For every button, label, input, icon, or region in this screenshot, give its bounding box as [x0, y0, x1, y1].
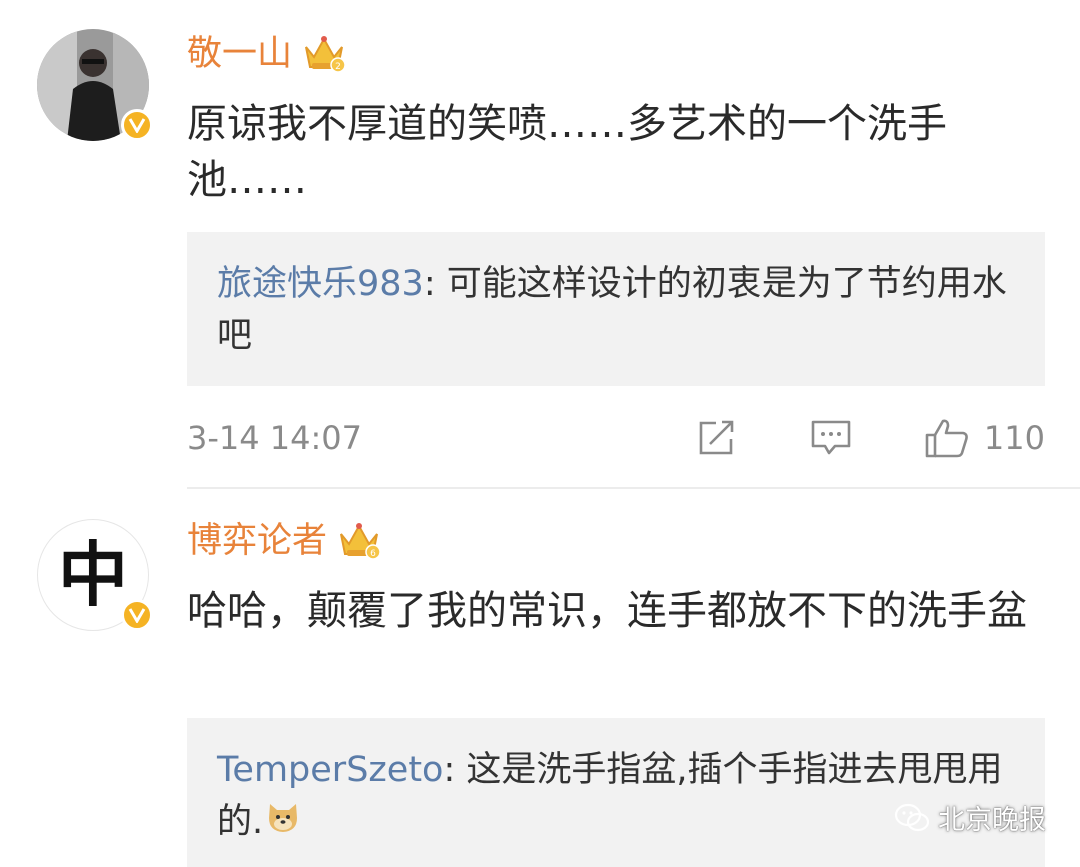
- comment-divider: [187, 487, 1080, 489]
- reply-separator: :: [443, 750, 467, 790]
- avatar[interactable]: [37, 29, 153, 141]
- wechat-icon: [894, 803, 930, 831]
- watermark-text: 北京晚报: [938, 805, 1046, 836]
- comment-button[interactable]: [810, 418, 852, 458]
- like-count: 110: [983, 419, 1045, 457]
- username-text[interactable]: 博弈论者: [187, 519, 327, 563]
- crown-vip-icon: 2: [302, 33, 346, 75]
- reply-preview[interactable]: 旅途快乐983: 可能这样设计的初衷是为了节约用水吧: [187, 232, 1045, 386]
- comment-text: 原谅我不厚道的笑喷……多艺术的一个洗手池……: [187, 101, 947, 203]
- thumbs-up-icon: [925, 419, 968, 458]
- username[interactable]: 博弈论者 6: [187, 519, 381, 563]
- verified-v-icon: [121, 109, 153, 141]
- timestamp: 3-14 14:07: [187, 419, 363, 457]
- comment-item: 敬一山 2 原谅我不厚道的笑喷……多艺术的一个洗手池…… 旅途快乐983: 可能…: [0, 0, 1080, 490]
- avatar-character: 中: [58, 533, 128, 616]
- reply-username[interactable]: 旅途快乐983: [217, 264, 424, 304]
- username[interactable]: 敬一山 2: [187, 32, 346, 76]
- repost-button[interactable]: [696, 418, 738, 458]
- like-button[interactable]: 110: [924, 417, 1045, 459]
- doge-emoji-icon: [265, 797, 301, 849]
- comment-text: 哈哈，颠覆了我的常识，连手都放不下的洗手盆: [187, 588, 1027, 634]
- repost-icon: [699, 420, 734, 455]
- username-text[interactable]: 敬一山: [187, 32, 292, 76]
- verified-v-icon: [121, 599, 153, 631]
- svg-text:6: 6: [370, 549, 376, 559]
- comment-meta-bar: 3-14 14:07 110: [187, 413, 1045, 463]
- crown-vip-icon: 6: [337, 520, 381, 562]
- watermark: 北京晚报: [894, 798, 1046, 837]
- avatar[interactable]: 中: [37, 519, 153, 631]
- comment-icon: [811, 420, 851, 455]
- svg-text:2: 2: [335, 62, 341, 72]
- reply-separator: :: [423, 264, 447, 304]
- reply-preview[interactable]: TemperSzeto: 这是洗手指盆,插个手指进去甩甩用的.: [187, 718, 1045, 867]
- reply-username[interactable]: TemperSzeto: [217, 750, 443, 790]
